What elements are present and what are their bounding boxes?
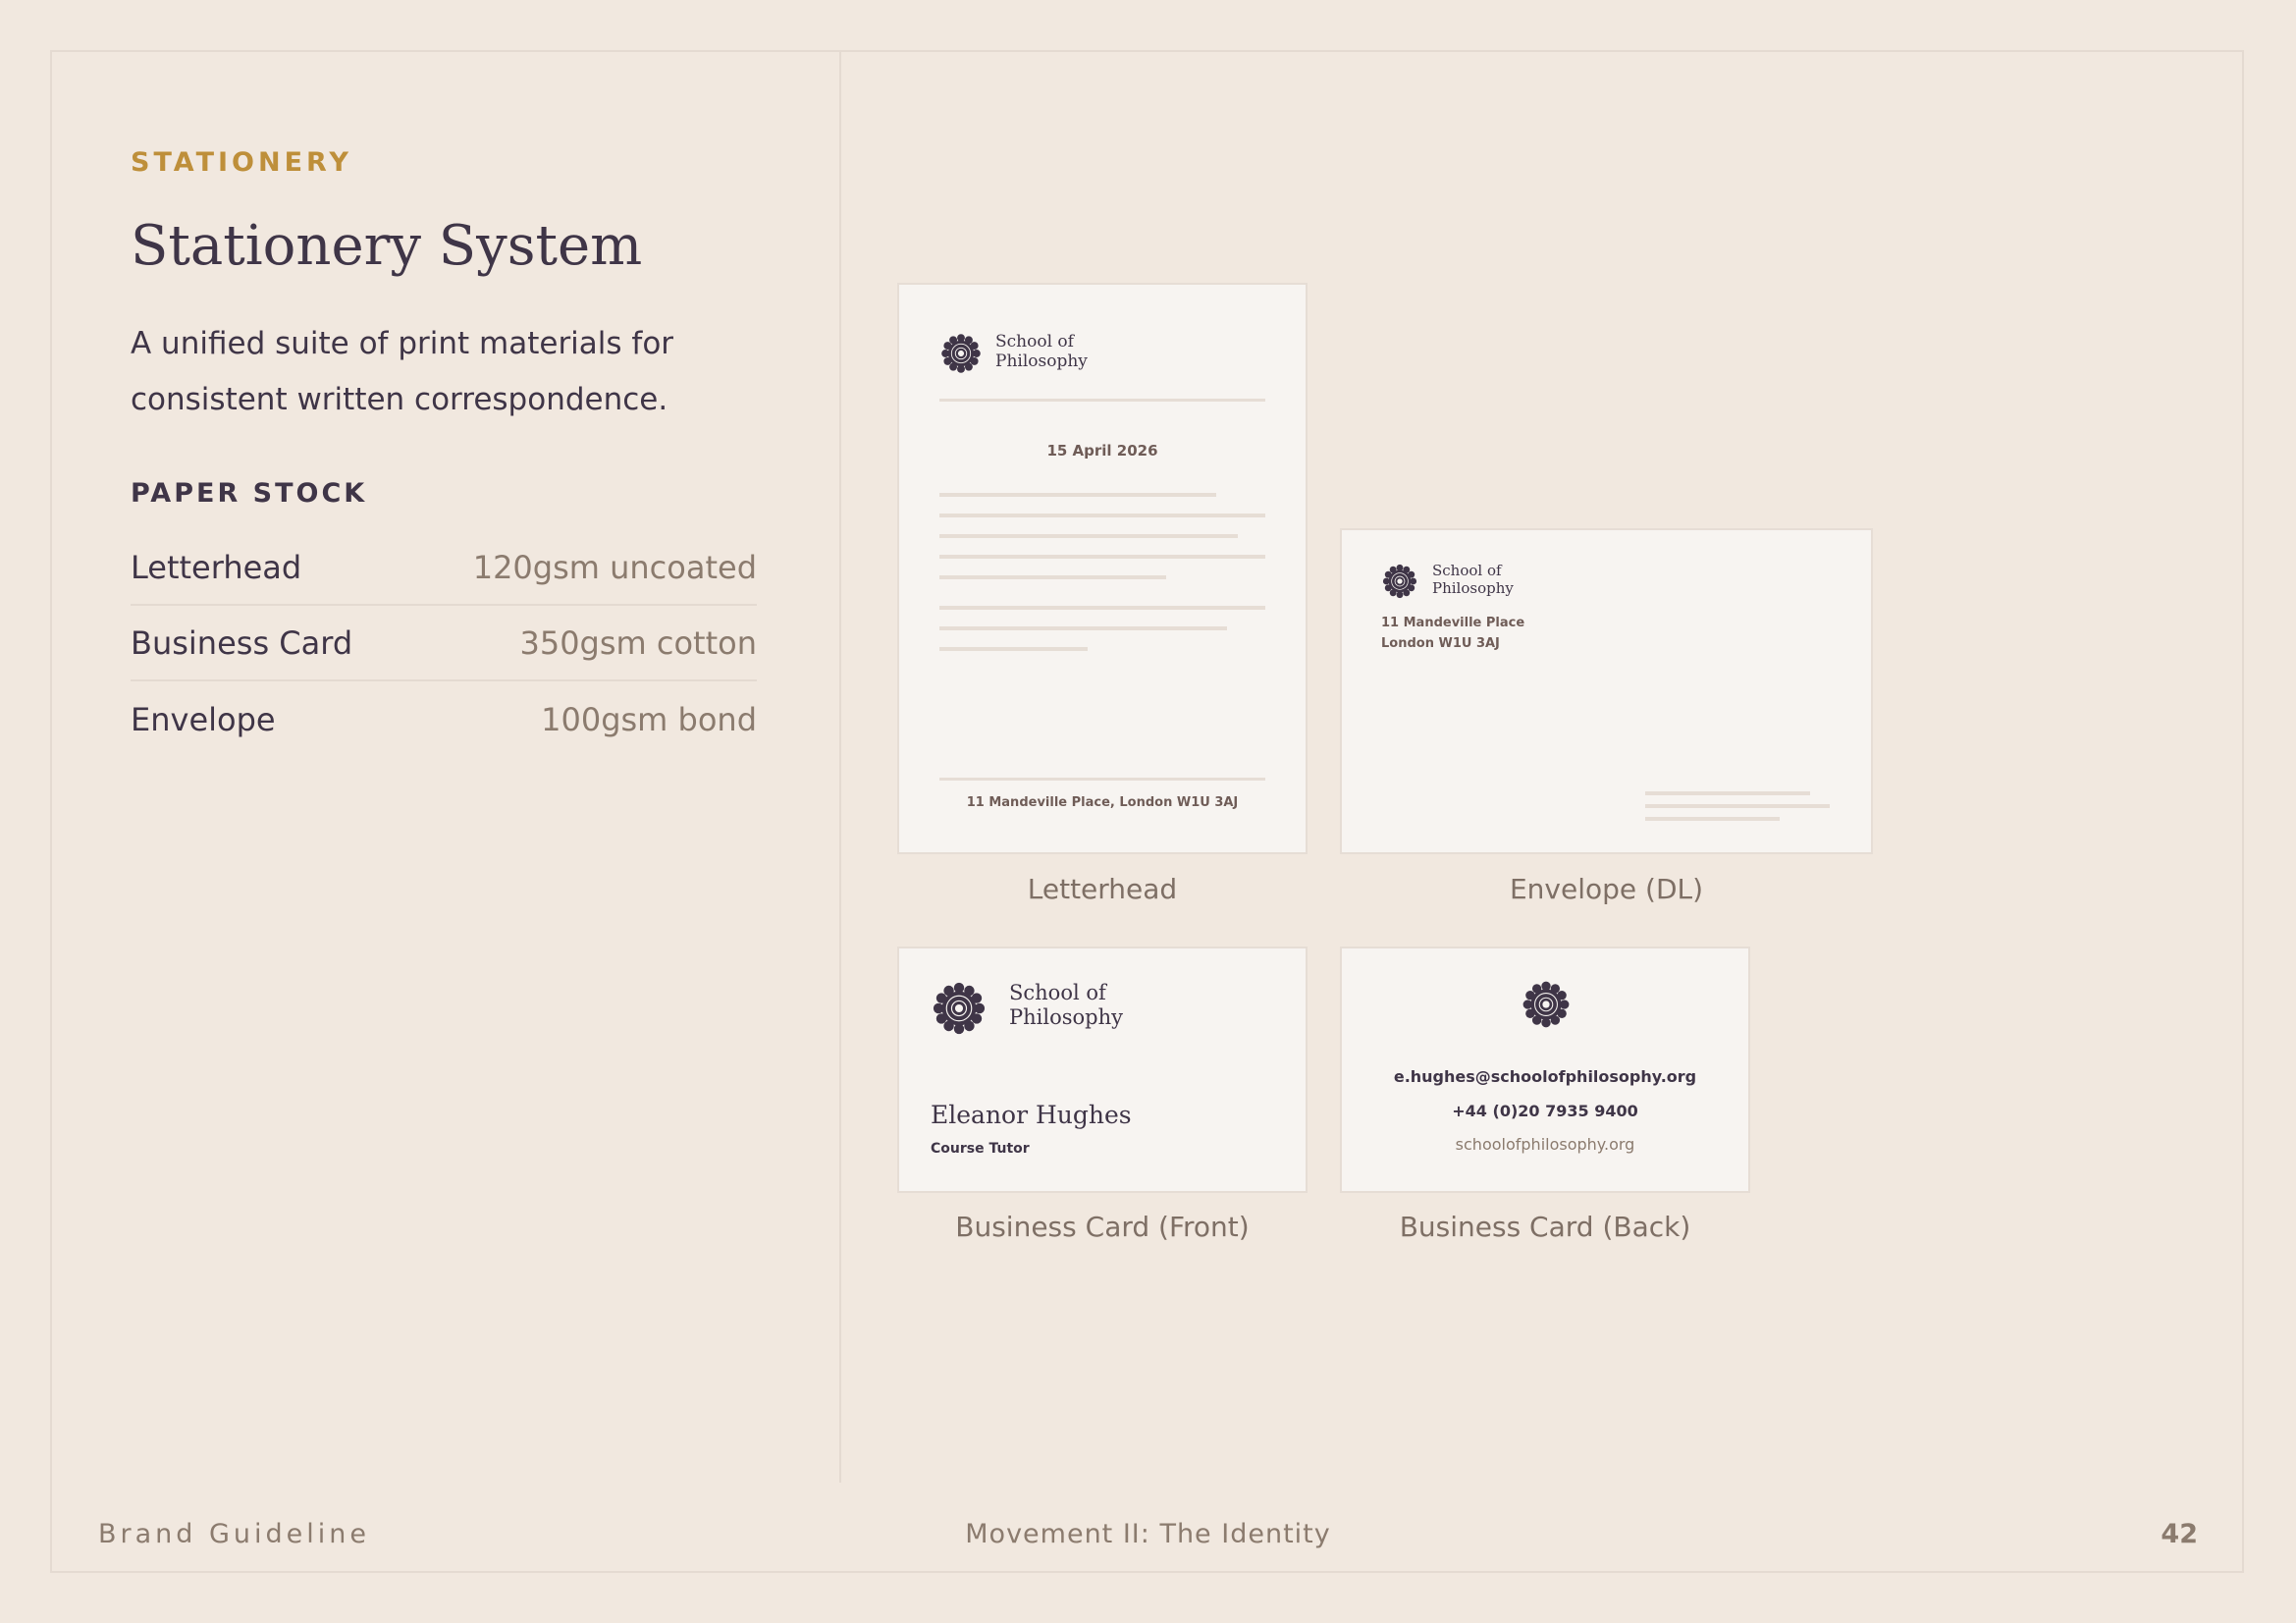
letterhead-logo-text: School of Philosophy	[995, 332, 1088, 372]
paper-stock-row: Business Card 350gsm cotton	[131, 607, 757, 681]
stock-item-value: 350gsm cotton	[519, 624, 757, 662]
recipient-line	[1645, 804, 1830, 808]
address-line-1: 11 Mandeville Place	[1381, 616, 1525, 630]
logo-line-2: Philosophy	[1009, 1005, 1123, 1030]
rosette-mark-icon	[1521, 979, 1572, 1030]
footer-chapter: Movement II: The Identity	[965, 1519, 1331, 1549]
section-eyebrow: STATIONERY	[131, 147, 352, 178]
business-card-front-mockup: School of Philosophy Eleanor Hughes Cour…	[897, 947, 1308, 1193]
paper-stock-heading: PAPER STOCK	[131, 478, 368, 509]
text-line	[939, 606, 1265, 610]
text-line	[939, 647, 1088, 651]
page-number: 42	[2161, 1519, 2198, 1549]
recipient-line	[1645, 791, 1810, 795]
letterhead-caption: Letterhead	[1027, 873, 1178, 905]
envelope-mockup: School of Philosophy 11 Mandeville Place…	[1340, 528, 1873, 854]
stock-item-name: Business Card	[131, 624, 353, 662]
paper-stock-row: Letterhead 120gsm uncoated	[131, 531, 757, 606]
stock-item-name: Letterhead	[131, 549, 302, 586]
paper-stock-row: Envelope 100gsm bond	[131, 682, 757, 757]
letterhead-address: 11 Mandeville Place, London W1U 3AJ	[966, 795, 1239, 810]
text-line	[939, 626, 1227, 630]
envelope-caption: Envelope (DL)	[1509, 873, 1704, 905]
envelope-return-address: 11 Mandeville Place London W1U 3AJ	[1381, 613, 1524, 654]
card-logo-text: School of Philosophy	[1009, 981, 1123, 1030]
rosette-mark-icon	[931, 980, 988, 1037]
rosette-mark-icon	[939, 332, 983, 375]
business-card-front-caption: Business Card (Front)	[955, 1211, 1250, 1243]
logo-line-2: Philosophy	[995, 352, 1088, 372]
letterhead-date: 15 April 2026	[1046, 442, 1158, 460]
card-person-name: Eleanor Hughes	[931, 1101, 1132, 1129]
card-phone: +44 (0)20 7935 9400	[1452, 1102, 1638, 1120]
rosette-mark-icon	[1381, 563, 1418, 600]
envelope-logo-text: School of Philosophy	[1432, 562, 1514, 597]
letterhead-mockup: School of Philosophy 15 April 2026 11 Ma…	[897, 283, 1308, 854]
text-line	[939, 555, 1265, 559]
card-website: schoolofphilosophy.org	[1455, 1135, 1635, 1154]
logo-line-1: School of	[995, 332, 1074, 352]
text-line	[939, 575, 1166, 579]
text-line	[939, 493, 1216, 497]
stock-item-name: Envelope	[131, 701, 276, 738]
address-line-2: London W1U 3AJ	[1381, 636, 1500, 651]
section-description: A unified suite of print materials for c…	[131, 326, 674, 417]
stock-item-value: 120gsm uncoated	[472, 549, 757, 586]
column-divider	[839, 52, 841, 1483]
page-title: Stationery System	[131, 214, 643, 278]
logo-line-1: School of	[1009, 981, 1106, 1004]
card-person-role: Course Tutor	[931, 1141, 1030, 1157]
recipient-line	[1645, 817, 1780, 821]
business-card-back-mockup: e.hughes@schoolofphilosophy.org +44 (0)2…	[1340, 947, 1750, 1193]
text-line	[939, 534, 1238, 538]
card-email: e.hughes@schoolofphilosophy.org	[1393, 1067, 1697, 1086]
header-rule	[939, 399, 1265, 402]
logo-line-2: Philosophy	[1432, 579, 1514, 597]
business-card-back-caption: Business Card (Back)	[1399, 1211, 1691, 1243]
logo-line-1: School of	[1432, 562, 1502, 579]
stock-item-value: 100gsm bond	[541, 701, 757, 738]
text-line	[939, 514, 1265, 517]
footer-rule	[939, 778, 1265, 781]
